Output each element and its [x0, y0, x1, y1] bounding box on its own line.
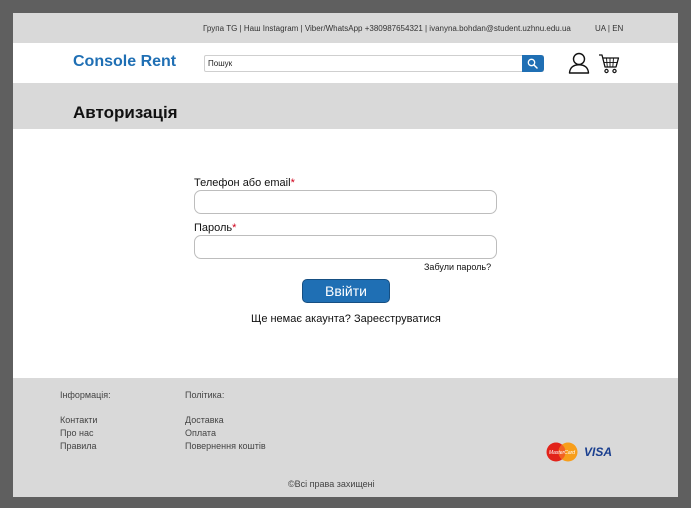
footer-link-payment[interactable]: Оплата: [185, 428, 216, 438]
password-label: Пароль*: [194, 222, 236, 234]
required-mark: *: [290, 177, 295, 189]
search-box: [204, 55, 544, 72]
page-frame: Група TG | Наш Instagram | Viber/WhatsAp…: [13, 13, 678, 497]
mastercard-logo: MasterCard: [546, 442, 578, 462]
register-link[interactable]: Ще немає акаунта? Зареєструватися: [251, 313, 441, 325]
footer-link-rules[interactable]: Правила: [60, 441, 97, 451]
footer-link-contacts[interactable]: Контакти: [60, 415, 97, 425]
contact-links[interactable]: Група TG | Наш Instagram | Viber/WhatsAp…: [203, 24, 571, 33]
footer-link-delivery[interactable]: Доставка: [185, 415, 224, 425]
footer-link-about[interactable]: Про нас: [60, 428, 93, 438]
site-logo[interactable]: Console Rent: [73, 53, 176, 71]
visa-logo: VISA: [584, 445, 613, 459]
search-input[interactable]: [208, 57, 518, 70]
title-band: Авторизація: [13, 83, 678, 129]
page-title: Авторизація: [73, 103, 178, 122]
cart-icon[interactable]: [598, 53, 620, 74]
login-label: Телефон або email*: [194, 177, 295, 189]
footer-info-heading: Інформація:: [60, 390, 111, 400]
user-icon[interactable]: [568, 52, 590, 74]
login-field[interactable]: [194, 190, 497, 214]
footer-link-refund[interactable]: Повернення коштів: [185, 441, 266, 451]
site-footer: Інформація: Контакти Про нас Правила Пол…: [13, 378, 678, 497]
forgot-password-link[interactable]: Забули пароль?: [424, 262, 491, 272]
search-icon: [527, 58, 538, 69]
required-mark: *: [232, 222, 237, 234]
login-button[interactable]: Ввійти: [302, 279, 390, 303]
copyright-text: ©Всі права захищені: [288, 479, 375, 489]
password-label-text: Пароль: [194, 222, 233, 234]
footer-policy-heading: Політика:: [185, 390, 225, 400]
login-label-text: Телефон або email: [194, 177, 291, 189]
top-bar: Група TG | Наш Instagram | Viber/WhatsAp…: [13, 13, 678, 43]
search-button[interactable]: [522, 55, 544, 72]
site-header: Console Rent: [13, 43, 678, 83]
mastercard-text: MasterCard: [549, 450, 575, 456]
language-switcher[interactable]: UA | EN: [595, 24, 623, 33]
password-field[interactable]: [194, 235, 497, 259]
